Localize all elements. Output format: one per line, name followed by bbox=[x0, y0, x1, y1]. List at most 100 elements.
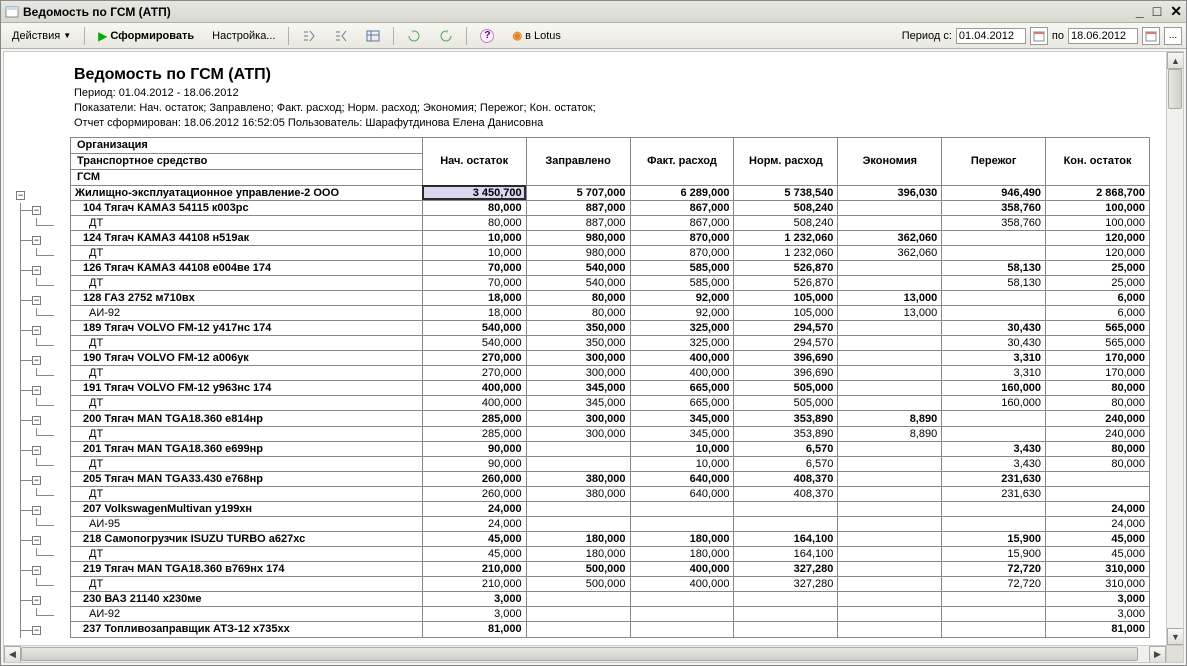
fuel-row[interactable]: ДТ270,000300,000400,000396,6903,310170,0… bbox=[71, 366, 1150, 381]
tool-btn-2[interactable] bbox=[327, 26, 355, 46]
row-name[interactable]: ДТ bbox=[71, 426, 423, 441]
cell-value[interactable] bbox=[942, 622, 1046, 637]
row-name[interactable]: ДТ bbox=[71, 456, 423, 471]
cell-value[interactable]: 300,000 bbox=[526, 351, 630, 366]
cell-value[interactable]: 980,000 bbox=[526, 230, 630, 245]
cell-value[interactable] bbox=[526, 501, 630, 516]
cell-value[interactable] bbox=[734, 607, 838, 622]
generate-button[interactable]: ▶ Сформировать bbox=[91, 26, 201, 46]
date-to-picker[interactable] bbox=[1142, 27, 1160, 45]
cell-value[interactable]: 408,370 bbox=[734, 486, 838, 501]
cell-value[interactable]: 80,000 bbox=[422, 200, 526, 215]
vehicle-row[interactable]: 205 Тягач MAN TGA33.430 е768нр260,000380… bbox=[71, 471, 1150, 486]
cell-value[interactable]: 260,000 bbox=[422, 486, 526, 501]
cell-value[interactable] bbox=[630, 622, 734, 637]
cell-value[interactable] bbox=[838, 396, 942, 411]
expander-icon[interactable]: − bbox=[32, 626, 41, 635]
maximize-button[interactable]: □ bbox=[1153, 3, 1161, 19]
cell-value[interactable]: 100,000 bbox=[1046, 200, 1150, 215]
row-name[interactable]: АИ-92 bbox=[71, 306, 423, 321]
row-name[interactable]: ДТ bbox=[71, 366, 423, 381]
cell-value[interactable] bbox=[526, 607, 630, 622]
col-vehicle[interactable]: Транспортное средство bbox=[71, 153, 423, 169]
row-name[interactable]: ДТ bbox=[71, 336, 423, 351]
row-name[interactable]: 191 Тягач VOLVO FM-12 у963нс 174 bbox=[71, 381, 423, 396]
cell-value[interactable]: 3 450,700 bbox=[422, 185, 526, 200]
expander-icon[interactable]: − bbox=[32, 356, 41, 365]
fuel-row[interactable]: ДТ540,000350,000325,000294,57030,430565,… bbox=[71, 336, 1150, 351]
cell-value[interactable]: 5 738,540 bbox=[734, 185, 838, 200]
cell-value[interactable]: 887,000 bbox=[526, 215, 630, 230]
expander-icon[interactable]: − bbox=[32, 476, 41, 485]
cell-value[interactable]: 400,000 bbox=[630, 577, 734, 592]
cell-value[interactable]: 24,000 bbox=[1046, 516, 1150, 531]
cell-value[interactable]: 3,310 bbox=[942, 366, 1046, 381]
cell-value[interactable]: 353,890 bbox=[734, 426, 838, 441]
cell-value[interactable]: 3,000 bbox=[422, 592, 526, 607]
cell-value[interactable]: 170,000 bbox=[1046, 351, 1150, 366]
cell-value[interactable] bbox=[526, 441, 630, 456]
cell-value[interactable]: 400,000 bbox=[422, 396, 526, 411]
cell-value[interactable]: 3,430 bbox=[942, 456, 1046, 471]
expander-icon[interactable]: − bbox=[32, 596, 41, 605]
lotus-button[interactable]: ◉ в Lotus bbox=[505, 26, 567, 45]
fuel-row[interactable]: ДТ260,000380,000640,000408,370231,630 bbox=[71, 486, 1150, 501]
cell-value[interactable]: 80,000 bbox=[526, 290, 630, 305]
col-fact[interactable]: Факт. расход bbox=[630, 137, 734, 185]
cell-value[interactable]: 13,000 bbox=[838, 306, 942, 321]
cell-value[interactable]: 90,000 bbox=[422, 441, 526, 456]
row-name[interactable]: 104 Тягач КАМАЗ 54115 к003рс bbox=[71, 200, 423, 215]
scroll-thumb-h[interactable] bbox=[21, 647, 1138, 661]
row-name[interactable]: ДТ bbox=[71, 245, 423, 260]
cell-value[interactable]: 180,000 bbox=[630, 547, 734, 562]
scroll-thumb[interactable] bbox=[1168, 69, 1182, 109]
cell-value[interactable]: 80,000 bbox=[422, 215, 526, 230]
cell-value[interactable]: 867,000 bbox=[630, 215, 734, 230]
cell-value[interactable]: 345,000 bbox=[630, 426, 734, 441]
cell-value[interactable]: 45,000 bbox=[422, 547, 526, 562]
vehicle-row[interactable]: 237 Топливозаправщик АТЗ-12 х735хх81,000… bbox=[71, 622, 1150, 637]
vehicle-row[interactable]: 218 Самопогрузчик ISUZU TURBO а627хс45,0… bbox=[71, 531, 1150, 546]
tool-btn-4[interactable] bbox=[400, 26, 428, 46]
cell-value[interactable]: 540,000 bbox=[422, 321, 526, 336]
cell-value[interactable] bbox=[838, 351, 942, 366]
col-fuel[interactable]: ГСМ bbox=[71, 169, 423, 185]
cell-value[interactable] bbox=[838, 275, 942, 290]
cell-value[interactable]: 3,000 bbox=[1046, 592, 1150, 607]
row-name[interactable]: 219 Тягач MAN TGA18.360 в769нх 174 bbox=[71, 562, 423, 577]
row-name[interactable]: 190 Тягач VOLVO FM-12 а006ук bbox=[71, 351, 423, 366]
cell-value[interactable]: 70,000 bbox=[422, 260, 526, 275]
cell-value[interactable]: 500,000 bbox=[526, 562, 630, 577]
cell-value[interactable]: 380,000 bbox=[526, 486, 630, 501]
cell-value[interactable]: 300,000 bbox=[526, 411, 630, 426]
cell-value[interactable]: 58,130 bbox=[942, 260, 1046, 275]
fuel-row[interactable]: АИ-9218,00080,00092,000105,00013,0006,00… bbox=[71, 306, 1150, 321]
expander-icon[interactable]: − bbox=[32, 506, 41, 515]
cell-value[interactable]: 8,890 bbox=[838, 411, 942, 426]
cell-value[interactable]: 294,570 bbox=[734, 321, 838, 336]
cell-value[interactable]: 30,430 bbox=[942, 321, 1046, 336]
cell-value[interactable]: 120,000 bbox=[1046, 245, 1150, 260]
cell-value[interactable]: 396,690 bbox=[734, 366, 838, 381]
period-more-button[interactable]: ... bbox=[1164, 27, 1182, 45]
cell-value[interactable] bbox=[526, 592, 630, 607]
org-row[interactable]: Жилищно-эксплуатационное управление-2 ОО… bbox=[71, 185, 1150, 200]
vehicle-row[interactable]: 190 Тягач VOLVO FM-12 а006ук270,000300,0… bbox=[71, 351, 1150, 366]
cell-value[interactable]: 80,000 bbox=[1046, 456, 1150, 471]
cell-value[interactable]: 400,000 bbox=[630, 366, 734, 381]
cell-value[interactable]: 3,310 bbox=[942, 351, 1046, 366]
cell-value[interactable] bbox=[734, 592, 838, 607]
cell-value[interactable]: 6,570 bbox=[734, 441, 838, 456]
col-filled[interactable]: Заправлено bbox=[526, 137, 630, 185]
cell-value[interactable] bbox=[630, 592, 734, 607]
fuel-row[interactable]: ДТ210,000500,000400,000327,28072,720310,… bbox=[71, 577, 1150, 592]
cell-value[interactable]: 6,000 bbox=[1046, 290, 1150, 305]
fuel-row[interactable]: ДТ285,000300,000345,000353,8908,890240,0… bbox=[71, 426, 1150, 441]
cell-value[interactable] bbox=[838, 622, 942, 637]
cell-value[interactable]: 10,000 bbox=[422, 245, 526, 260]
cell-value[interactable]: 505,000 bbox=[734, 381, 838, 396]
cell-value[interactable] bbox=[838, 336, 942, 351]
cell-value[interactable]: 81,000 bbox=[1046, 622, 1150, 637]
col-norm[interactable]: Норм. расход bbox=[734, 137, 838, 185]
cell-value[interactable] bbox=[838, 516, 942, 531]
